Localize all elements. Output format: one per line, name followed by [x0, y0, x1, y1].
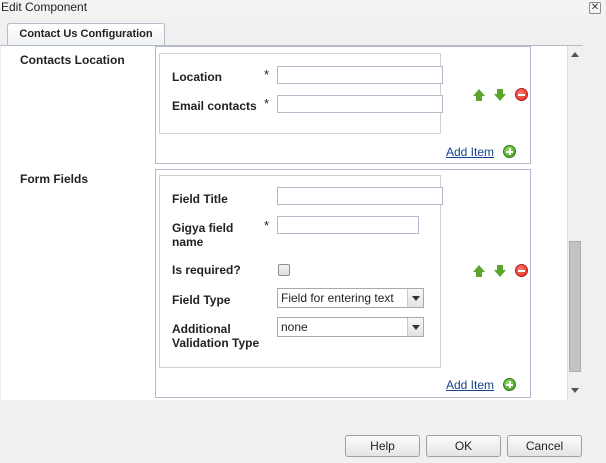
contacts-location-label: Contacts Location: [20, 53, 125, 67]
scrollbar-thumb[interactable]: [569, 241, 581, 372]
form-field-item: Field Title Gigya field name * Is require…: [159, 175, 443, 368]
email-contacts-label: Email contacts: [172, 99, 257, 113]
gigya-field-name-label: Gigya field name: [172, 221, 233, 249]
chevron-down-icon[interactable]: [407, 318, 423, 336]
validation-type-label-line1: Additional: [172, 322, 231, 336]
form-content: Contacts Location Location * Email conta…: [1, 46, 567, 400]
validation-type-select[interactable]: none: [277, 317, 424, 337]
arrow-down-icon[interactable]: [494, 89, 506, 101]
contacts-add-item-link[interactable]: Add Item: [446, 145, 494, 159]
gigya-field-name-label-line2: name: [172, 235, 204, 249]
is-required-checkbox[interactable]: [278, 264, 290, 276]
location-required-mark: *: [264, 67, 270, 82]
field-type-label: Field Type: [172, 293, 231, 307]
contacts-location-item: Location * Email contacts *: [159, 53, 443, 134]
tab-strip: Contact Us Configuration: [0, 17, 606, 46]
arrow-up-icon[interactable]: [473, 89, 485, 101]
validation-type-label-line2: Validation Type: [172, 336, 260, 350]
ok-button[interactable]: OK: [426, 435, 501, 457]
contacts-location-panel: Location * Email contacts * Add Item: [155, 46, 531, 164]
gigya-field-name-input[interactable]: [277, 216, 419, 234]
arrow-up-icon[interactable]: [473, 265, 485, 277]
field-type-select[interactable]: Field for entering text: [277, 288, 424, 308]
form-fields-add-item-link[interactable]: Add Item: [446, 378, 494, 392]
add-icon[interactable]: [503, 145, 516, 158]
email-contacts-input[interactable]: [277, 95, 443, 113]
add-icon[interactable]: [503, 378, 516, 391]
help-button[interactable]: Help: [345, 435, 420, 457]
email-contacts-required-mark: *: [264, 96, 270, 111]
dialog-footer: Help OK Cancel: [0, 400, 606, 463]
remove-icon[interactable]: [515, 264, 528, 277]
arrow-down-icon[interactable]: [494, 265, 506, 277]
window-titlebar: Edit Component ✕: [0, 0, 606, 17]
gigya-required-mark: *: [264, 218, 270, 233]
gigya-field-name-label-line1: Gigya field: [172, 221, 234, 235]
window-title: Edit Component: [1, 0, 88, 14]
cancel-button[interactable]: Cancel: [507, 435, 582, 457]
location-input[interactable]: [277, 66, 443, 84]
field-title-label: Field Title: [172, 192, 228, 206]
remove-icon[interactable]: [515, 88, 528, 101]
field-type-selected: Field for entering text: [281, 291, 394, 305]
chevron-down-icon[interactable]: [407, 289, 423, 307]
location-label: Location: [172, 70, 222, 84]
field-title-input[interactable]: [277, 187, 443, 205]
validation-type-label: Additional Validation Type: [172, 322, 259, 350]
is-required-label: Is required?: [172, 263, 241, 277]
close-icon[interactable]: ✕: [589, 2, 601, 14]
form-fields-label: Form Fields: [20, 172, 89, 186]
vertical-scrollbar[interactable]: [567, 46, 582, 400]
tab-contact-us-configuration[interactable]: Contact Us Configuration: [7, 23, 165, 46]
validation-type-selected: none: [281, 320, 308, 334]
scroll-down-icon[interactable]: [571, 388, 579, 393]
form-fields-panel: Field Title Gigya field name * Is require…: [155, 169, 531, 398]
scroll-up-icon[interactable]: [571, 52, 579, 57]
